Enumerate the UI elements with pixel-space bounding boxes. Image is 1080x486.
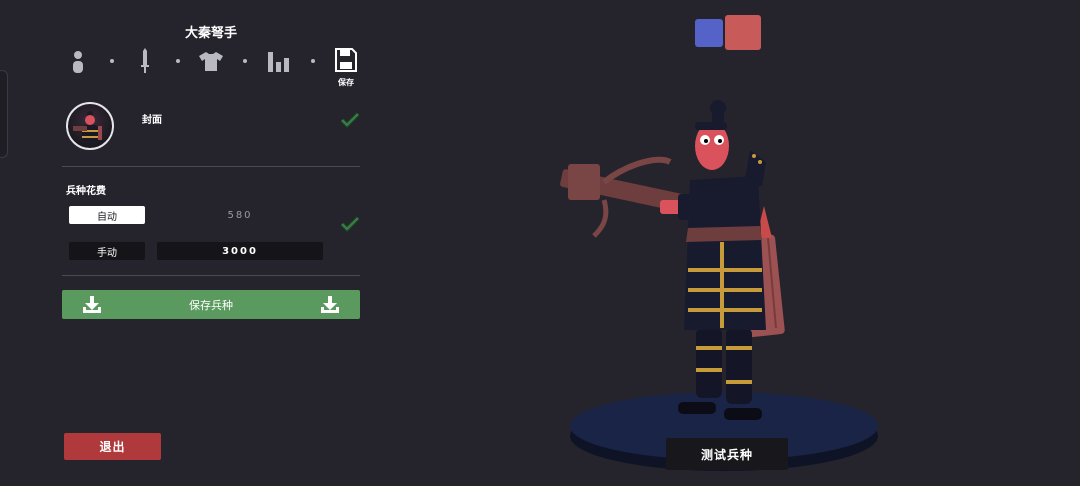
cost-check-icon[interactable] xyxy=(340,216,360,232)
manual-cost-button[interactable]: 手动 xyxy=(69,242,145,260)
side-drawer-handle[interactable] xyxy=(0,70,8,158)
tab-save[interactable]: 保存 xyxy=(332,48,360,88)
section-divider xyxy=(62,166,360,167)
auto-cost-button[interactable]: 自动 xyxy=(69,206,145,224)
tab-separator-dot xyxy=(311,59,315,63)
tab-separator-dot xyxy=(176,59,180,63)
shirt-icon xyxy=(199,52,223,71)
download-icon xyxy=(321,296,339,313)
avatar[interactable] xyxy=(66,102,114,150)
auto-cost-value: 580 xyxy=(227,209,253,221)
tab-stats[interactable] xyxy=(266,48,292,74)
person-icon xyxy=(73,51,83,73)
editor-tab-bar: 保存 xyxy=(68,48,360,88)
unit-head xyxy=(695,100,729,170)
floppy-disk-icon xyxy=(335,48,357,72)
save-unit-label: 保存兵种 xyxy=(189,298,233,312)
unit-name-title: 大秦弩手 xyxy=(184,26,237,41)
tab-body[interactable] xyxy=(70,48,86,74)
unit-portrait-icon xyxy=(73,111,102,141)
tab-weapon[interactable] xyxy=(138,48,152,74)
test-unit-button[interactable]: 测试兵种 xyxy=(666,438,788,470)
section-divider xyxy=(62,275,360,276)
team-blue-swatch[interactable] xyxy=(695,19,723,47)
cover-check-icon[interactable] xyxy=(340,112,360,128)
crossbow xyxy=(560,156,704,238)
cost-section-title: 兵种花费 xyxy=(66,186,106,197)
bar-chart-icon xyxy=(268,52,289,72)
unit-torso xyxy=(684,150,766,330)
team-red-swatch[interactable] xyxy=(725,15,761,50)
exit-button[interactable]: 退出 xyxy=(64,433,161,460)
unit-preview-scene[interactable] xyxy=(540,90,900,486)
save-unit-button[interactable]: 保存兵种 xyxy=(62,290,360,319)
tab-separator-dot xyxy=(110,59,114,63)
save-tab-label: 保存 xyxy=(338,78,354,87)
tab-separator-dot xyxy=(243,59,247,63)
tab-clothing[interactable] xyxy=(198,48,224,74)
cover-label: 封面 xyxy=(142,115,162,126)
cover-row: 封面 xyxy=(62,98,360,154)
manual-cost-input[interactable] xyxy=(157,242,323,260)
sword-icon xyxy=(141,48,149,73)
